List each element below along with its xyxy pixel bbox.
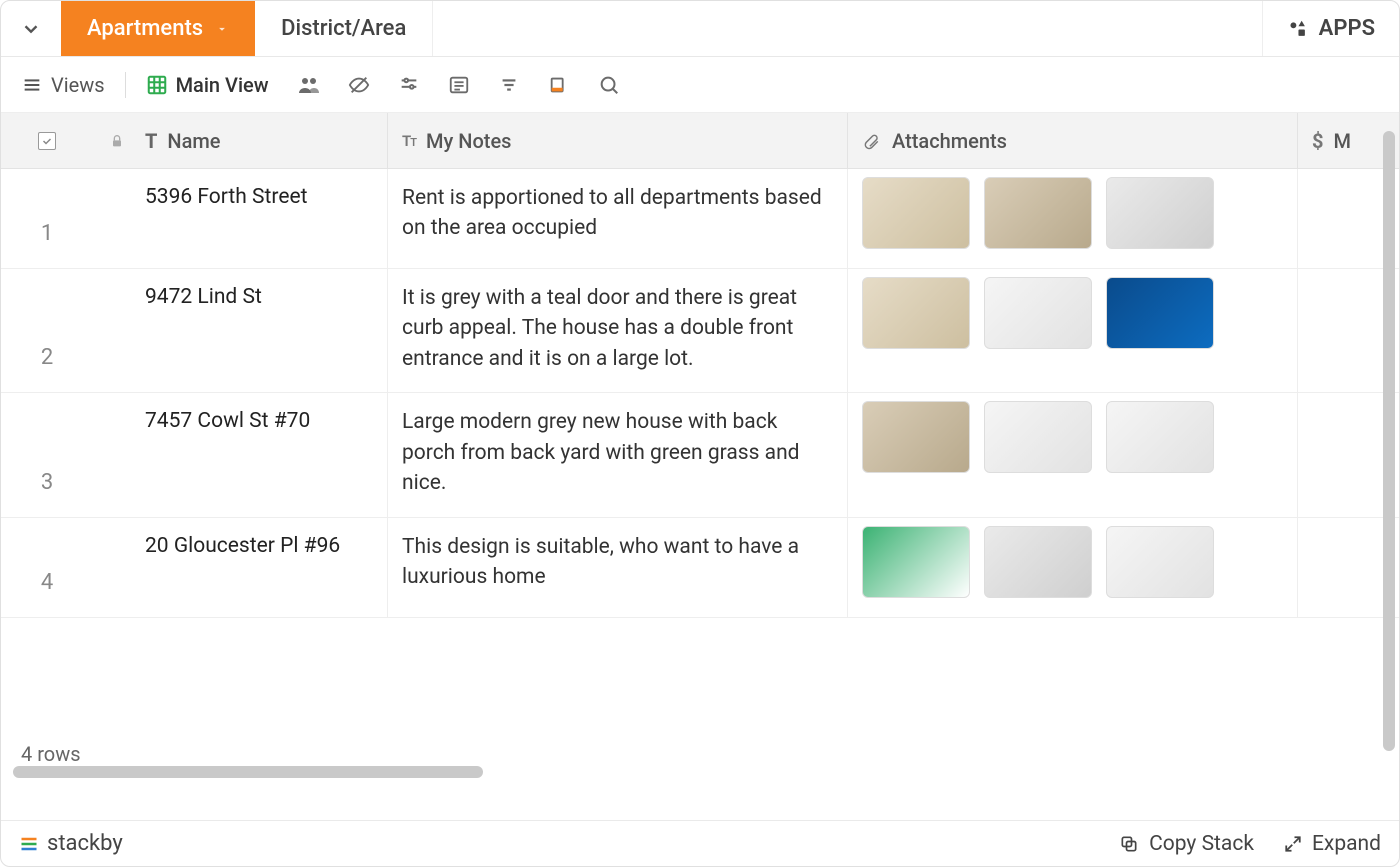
table-row[interactable]: 1 5396 Forth Street Rent is apportioned …	[1, 169, 1399, 269]
search-button[interactable]	[595, 71, 623, 99]
column-label: My Notes	[426, 129, 511, 153]
attachment-thumb[interactable]	[984, 177, 1092, 249]
long-text-type-icon: TT	[402, 132, 416, 150]
copy-stack-label: Copy Stack	[1149, 832, 1254, 856]
row-index: 4	[1, 518, 93, 617]
group-button[interactable]	[445, 71, 473, 99]
attachment-thumb[interactable]	[984, 401, 1092, 473]
hide-fields-button[interactable]	[345, 71, 373, 99]
views-label: Views	[51, 73, 105, 97]
brand-label: stackby	[47, 831, 123, 856]
select-all-checkbox[interactable]	[38, 132, 56, 150]
column-header-attachments[interactable]: Attachments	[847, 113, 1297, 168]
table-row[interactable]: 4 20 Gloucester Pl #96 This design is su…	[1, 518, 1399, 618]
column-label: M	[1333, 129, 1351, 153]
grid-view-icon	[146, 74, 168, 96]
app-window: Apartments District/Area APPS Views	[0, 0, 1400, 867]
cell-name[interactable]: 5396 Forth Street	[145, 185, 307, 209]
table-row[interactable]: 3 7457 Cowl St #70 Large modern grey new…	[1, 393, 1399, 517]
view-toolbar: Views Main View	[1, 57, 1399, 113]
expand-icon	[1284, 835, 1302, 853]
column-label: Attachments	[892, 129, 1007, 153]
text-type-icon: T	[145, 129, 157, 153]
apps-label: APPS	[1319, 16, 1375, 41]
expand-label: Expand	[1312, 832, 1381, 856]
cell-name[interactable]: 20 Gloucester Pl #96	[145, 534, 340, 558]
expand-button[interactable]: Expand	[1284, 832, 1381, 856]
row-height-button[interactable]	[545, 71, 573, 99]
cell-attachments[interactable]	[862, 526, 1214, 598]
select-all-cell[interactable]	[1, 113, 93, 168]
tab-menu-caret-icon	[215, 22, 229, 36]
collaborators-button[interactable]	[295, 71, 323, 99]
attachment-icon	[862, 131, 880, 151]
cell-notes[interactable]: Large modern grey new house with back po…	[402, 407, 829, 498]
table-tab-bar: Apartments District/Area APPS	[1, 1, 1399, 57]
attachment-thumb[interactable]	[984, 526, 1092, 598]
column-label: Name	[167, 129, 220, 153]
lock-icon	[109, 132, 125, 150]
table-row[interactable]: 2 9472 Lind St It is grey with a teal do…	[1, 269, 1399, 393]
row-index: 3	[1, 393, 93, 516]
lock-column-header	[93, 113, 141, 168]
cell-name[interactable]: 7457 Cowl St #70	[145, 409, 310, 433]
attachment-thumb[interactable]	[1106, 526, 1214, 598]
cell-attachments[interactable]	[862, 177, 1214, 249]
attachment-thumb[interactable]	[1106, 401, 1214, 473]
row-count-label: 4 rows	[21, 742, 81, 766]
cell-notes[interactable]: It is grey with a teal door and there is…	[402, 283, 829, 374]
current-view-button[interactable]: Main View	[146, 73, 269, 97]
data-grid: T Name TT My Notes Attachments $ M 1	[1, 113, 1399, 820]
tab-district-area[interactable]: District/Area	[255, 1, 433, 56]
cell-notes[interactable]: This design is suitable, who want to hav…	[402, 532, 829, 593]
cell-name[interactable]: 9472 Lind St	[145, 285, 262, 309]
attachment-thumb[interactable]	[862, 177, 970, 249]
attachment-thumb[interactable]	[862, 526, 970, 598]
cell-attachments[interactable]	[862, 401, 1214, 473]
apps-button[interactable]: APPS	[1262, 1, 1399, 56]
views-button[interactable]: Views	[21, 73, 105, 97]
attachment-thumb[interactable]	[984, 277, 1092, 349]
attachment-thumb[interactable]	[862, 277, 970, 349]
stackby-logo-icon	[19, 834, 39, 854]
tab-label: Apartments	[87, 16, 203, 41]
attachment-thumb[interactable]	[1106, 177, 1214, 249]
sort-button[interactable]	[495, 71, 523, 99]
horizontal-scrollbar[interactable]	[13, 766, 483, 778]
cell-notes[interactable]: Rent is apportioned to all departments b…	[402, 183, 829, 244]
tab-apartments[interactable]: Apartments	[61, 1, 255, 56]
row-index: 2	[1, 269, 93, 392]
bottom-bar: stackby Copy Stack Expand	[1, 820, 1399, 866]
cell-attachments[interactable]	[862, 277, 1214, 349]
tab-label: District/Area	[281, 16, 406, 41]
currency-type-icon: $	[1312, 129, 1323, 153]
tables-dropdown-toggle[interactable]	[1, 1, 61, 56]
rows-container: 1 5396 Forth Street Rent is apportioned …	[1, 169, 1399, 820]
brand-logo[interactable]: stackby	[19, 831, 123, 856]
row-index: 1	[1, 169, 93, 268]
hamburger-icon	[21, 74, 43, 96]
column-header-row: T Name TT My Notes Attachments $ M	[1, 113, 1399, 169]
view-name-label: Main View	[176, 73, 269, 97]
vertical-scrollbar[interactable]	[1383, 131, 1395, 751]
attachment-thumb[interactable]	[1106, 277, 1214, 349]
filter-settings-button[interactable]	[395, 71, 423, 99]
column-header-name[interactable]: T Name	[141, 113, 387, 168]
copy-stack-button[interactable]: Copy Stack	[1119, 832, 1254, 856]
column-header-notes[interactable]: TT My Notes	[387, 113, 847, 168]
attachment-thumb[interactable]	[862, 401, 970, 473]
copy-icon	[1119, 834, 1139, 854]
divider	[125, 72, 126, 98]
shapes-icon	[1287, 18, 1309, 40]
